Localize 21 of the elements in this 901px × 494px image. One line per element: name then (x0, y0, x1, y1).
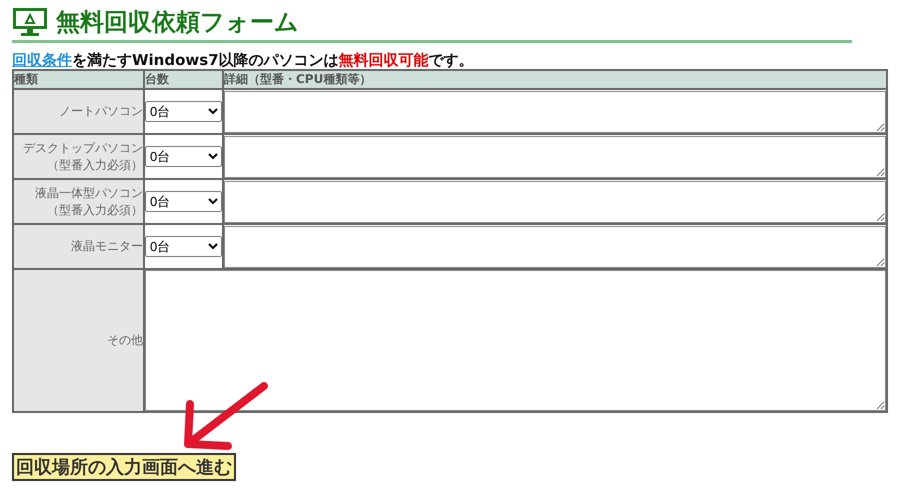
column-header: 台数 (144, 70, 223, 89)
type-label: デスクトップパソコン （型番入力必須） (13, 134, 144, 179)
column-header: 詳細（型番・CPU種類等） (223, 70, 887, 89)
quantity-select[interactable]: 0台 (145, 191, 222, 212)
detail-field[interactable] (224, 226, 886, 268)
type-label: ノートパソコン (13, 89, 144, 134)
column-header: 種類 (13, 70, 144, 89)
quantity-select[interactable]: 0台 (145, 236, 222, 257)
form-title: 無料回収依頼フォーム (56, 7, 299, 38)
other-field[interactable] (145, 270, 886, 411)
quantity-select[interactable]: 0台 (145, 146, 222, 167)
intro-text: 回収条件を満たすWindows7以降のパソコンは無料回収可能です。 (12, 51, 475, 69)
type-label: 液晶一体型パソコン （型番入力必須） (13, 179, 144, 224)
conditions-link[interactable]: 回収条件 (12, 51, 72, 69)
detail-field[interactable] (224, 90, 886, 132)
detail-field[interactable] (224, 136, 886, 178)
quantity-select[interactable]: 0台 (145, 101, 222, 122)
detail-field[interactable] (224, 180, 886, 222)
type-label: その他 (13, 269, 144, 412)
type-label: 液晶モニター (13, 224, 144, 269)
next-button[interactable]: 回収場所の入力画面へ進む (12, 453, 236, 481)
